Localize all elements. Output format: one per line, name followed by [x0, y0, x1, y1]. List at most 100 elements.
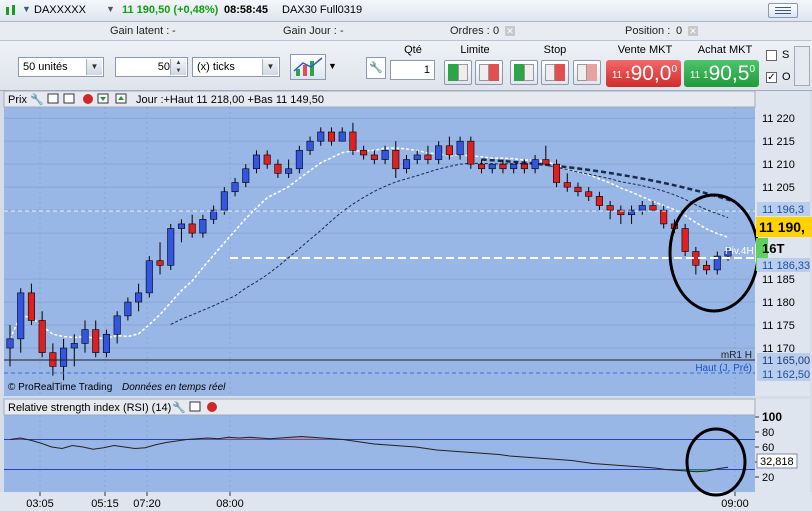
sell-stop-button[interactable] — [541, 60, 569, 85]
bear-candle — [478, 163, 486, 170]
rsi-panel-title: Relative strength index (RSI) (14) — [8, 402, 171, 414]
achat-label: Achat MKT — [697, 44, 753, 56]
bull-candle — [102, 333, 110, 353]
bear-candle — [595, 196, 603, 206]
close-icon[interactable] — [207, 402, 217, 412]
bull-candle — [402, 159, 411, 170]
buy-price-main: 90,5 — [708, 62, 750, 85]
bear-candle — [703, 264, 711, 271]
day-range-info: Jour :+Haut 11 218,00 +Bas 11 149,50 — [136, 94, 324, 106]
vente-label: Vente MKT — [617, 44, 673, 56]
gain-latent-label: Gain latent : — [110, 25, 170, 37]
ticks-stepper[interactable]: 50 ▲ ▼ — [115, 57, 188, 77]
maximize-icon[interactable] — [189, 401, 201, 412]
close-icon[interactable] — [83, 94, 93, 104]
checkbox-o[interactable]: ✓ — [766, 72, 777, 83]
maximize-icon[interactable] — [47, 93, 59, 104]
bull-candle — [113, 315, 121, 335]
window-icon[interactable] — [63, 93, 75, 104]
bull-candle — [70, 343, 78, 349]
instrument-name[interactable]: DAXXXXX — [34, 4, 86, 16]
bull-candle — [124, 301, 132, 317]
chart-canvas[interactable]: 11 22011 21511 21011 20511 20011 19511 1… — [0, 91, 812, 511]
bear-candle — [392, 150, 400, 170]
position-value: 0 — [676, 25, 683, 37]
dropdown-icon[interactable]: ▼ — [22, 4, 31, 14]
bear-candle — [542, 159, 550, 165]
chevron-down-icon: ▼ — [86, 59, 102, 75]
bull-candle — [210, 209, 218, 220]
window-menu-button[interactable] — [768, 3, 798, 18]
time-tick-label: 05:15 — [91, 498, 119, 510]
bull-candle — [17, 292, 25, 340]
sell-price-main: 90,0 — [630, 62, 672, 85]
last-price: 11 190,50 (+0,48%) — [122, 4, 218, 16]
time-tick-label: 03:05 — [26, 498, 54, 510]
bull-candle — [285, 168, 293, 174]
buy-price-prefix: 11 1 — [689, 70, 709, 81]
bull-candle — [381, 150, 389, 160]
sell-market-button[interactable]: 11 190,00 — [606, 60, 681, 87]
bear-candle — [649, 205, 657, 211]
chevron-down-icon[interactable]: ▼ — [328, 61, 337, 71]
quantity-select[interactable]: 50 unités ▼ — [18, 57, 104, 77]
checkbox-o-label: O — [782, 71, 791, 83]
buy-limit-button[interactable] — [444, 60, 472, 85]
toolbar-side-panel[interactable] — [794, 46, 810, 86]
info-bar: Gain latent : - Gain Jour : - Ordres : 0… — [0, 22, 812, 41]
chart-order-button[interactable] — [290, 54, 326, 80]
title-bar: ▼ DAXXXXX ▼ 11 190,50 (+0,48%) 08:58:45 … — [0, 0, 812, 22]
sell-limit-button[interactable] — [475, 60, 503, 85]
haut-label: Haut (J, Pré) — [695, 363, 752, 374]
price-tick-label: 11 210 — [762, 159, 795, 171]
bear-candle — [445, 145, 453, 156]
mr1-value: 11 165,00 — [762, 355, 810, 367]
bear-candle — [660, 209, 668, 225]
bear-candle — [424, 154, 432, 160]
ticks-value: 50 — [157, 61, 170, 73]
bull-candle — [531, 159, 539, 170]
buy-market-button[interactable]: 11 190,50 — [684, 60, 759, 87]
bull-candle — [317, 131, 325, 142]
price-tick-label: 11 175 — [762, 320, 795, 332]
close-position-icon[interactable]: ✕ — [688, 26, 698, 36]
bull-candle — [242, 168, 250, 183]
line-label-1: 11 196,3 — [762, 204, 804, 216]
wrench-icon[interactable]: 🔧 — [366, 57, 386, 79]
candlestick-icon — [6, 5, 15, 15]
gain-latent-value: - — [172, 25, 176, 37]
watermark: © ProRealTime Trading — [8, 382, 112, 393]
buy-stop-button[interactable] — [510, 60, 538, 85]
bull-candle — [231, 182, 239, 193]
checkbox-s[interactable] — [766, 50, 777, 61]
bull-candle — [167, 228, 175, 266]
ordres-label: Ordres : — [450, 25, 490, 37]
rsi-value: 32,818 — [760, 456, 794, 468]
bear-candle — [27, 292, 35, 321]
price-tick-label: 11 205 — [762, 182, 795, 194]
bear-candle — [156, 260, 164, 266]
bull-candle — [488, 163, 496, 170]
bear-candle — [574, 186, 582, 193]
stepper-arrows-icon[interactable]: ▲ ▼ — [170, 59, 186, 75]
bear-candle — [274, 163, 282, 174]
watermark-sub: Données en temps réel — [122, 382, 226, 393]
bear-candle — [520, 163, 528, 170]
current-price-label: 11 190, — [759, 219, 805, 235]
bear-candle — [585, 191, 593, 197]
bear-candle — [38, 320, 46, 353]
qte-input[interactable]: 1 — [390, 60, 435, 80]
marker-label: 16T — [762, 241, 784, 256]
bear-candle — [606, 205, 614, 211]
ordres-value: 0 — [493, 25, 500, 37]
time-tick-label: 09:00 — [721, 498, 749, 510]
dropdown-icon[interactable]: ▼ — [106, 4, 115, 14]
bear-candle — [553, 163, 561, 183]
bull-candle — [306, 140, 314, 151]
wrench-icon[interactable]: 🔧 — [30, 92, 44, 106]
bear-candle — [263, 154, 271, 165]
cancel-stop-button[interactable] — [573, 60, 601, 85]
wrench-icon[interactable]: 🔧 — [172, 400, 186, 414]
close-orders-icon[interactable]: ✕ — [505, 26, 515, 36]
ticks-unit-select[interactable]: (x) ticks ▼ — [192, 57, 280, 77]
